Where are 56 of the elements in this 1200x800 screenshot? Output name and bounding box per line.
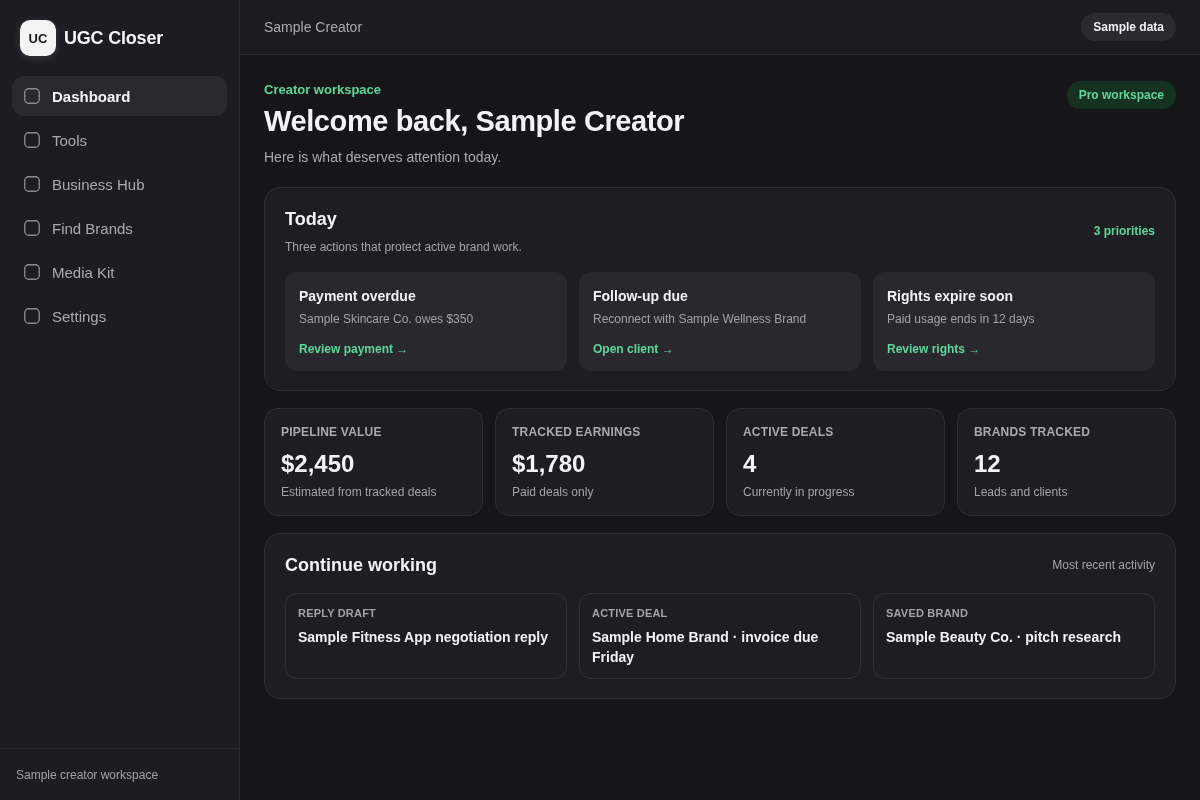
welcome-subtitle: Here is what deserves attention today. [264, 148, 502, 167]
activity-card[interactable]: ACTIVE DEAL Sample Home Brand · invoice due Friday [579, 593, 861, 679]
card-description: Paid usage ends in 12 days [887, 311, 1035, 327]
eyebrow-text: Creator workspace [264, 81, 382, 99]
nav-item[interactable]: Business Hub [12, 164, 227, 204]
rounded-square-icon [24, 220, 40, 236]
activity-type: SAVED BRAND [886, 606, 969, 621]
stat-value: 12 [974, 449, 1001, 479]
plan-badge: Pro workspace [1066, 81, 1176, 109]
nav-item[interactable]: Tools [12, 120, 227, 160]
stat-value: $2,450 [281, 449, 355, 479]
rounded-square-icon [24, 264, 40, 280]
nav-item[interactable]: Dashboard [12, 76, 227, 116]
stat-note: Paid deals only [512, 484, 594, 500]
nav-item[interactable]: Find Brands [12, 208, 227, 248]
stat-label: PIPELINE VALUE [281, 424, 382, 440]
nav-item[interactable]: Settings [12, 296, 227, 336]
workspace-caption: Sample creator workspace [16, 767, 159, 782]
activity-title: Sample Home Brand · invoice due Friday [592, 628, 820, 667]
stat-label: BRANDS TRACKED [974, 424, 1091, 440]
welcome-heading: Welcome back, Sample Creator [264, 104, 685, 139]
rounded-square-icon [24, 88, 40, 104]
section-subtitle: Three actions that protect active brand work. [285, 239, 522, 255]
stat-value: 4 [743, 449, 757, 479]
section-meta: Most recent activity [1052, 558, 1155, 572]
page-title: Sample Creator [264, 19, 363, 35]
activity-type: REPLY DRAFT [298, 606, 376, 621]
section-title: Continue working [285, 554, 437, 577]
activity-title: Sample Fitness App negotiation reply [298, 628, 548, 647]
activity-card[interactable]: REPLY DRAFT Sample Fitness App negotiation reply [285, 593, 567, 679]
card-title: Follow-up due [593, 287, 688, 306]
rounded-square-icon [24, 132, 40, 148]
stat-note: Leads and clients [974, 484, 1068, 500]
stat-note: Estimated from tracked deals [281, 484, 437, 500]
logo-mark: UC [20, 20, 56, 56]
activity-card[interactable]: SAVED BRAND Sample Beauty Co. · pitch research [873, 593, 1155, 679]
action-link[interactable]: Open client → [593, 341, 674, 357]
action-link[interactable]: Review rights → [887, 341, 981, 357]
rounded-square-icon [24, 176, 40, 192]
priority-count: 3 priorities [1093, 224, 1155, 238]
stat-label: ACTIVE DEALS [743, 424, 834, 440]
section-title: Today [285, 208, 337, 231]
rounded-square-icon [24, 308, 40, 324]
stat-label: TRACKED EARNINGS [512, 424, 641, 440]
card-title: Rights expire soon [887, 287, 1014, 306]
stat-value: $1,780 [512, 449, 586, 479]
card-description: Reconnect with Sample Wellness Brand [593, 311, 807, 327]
activity-type: ACTIVE DEAL [592, 606, 668, 621]
stat-note: Currently in progress [743, 484, 855, 500]
card-title: Payment overdue [299, 287, 416, 306]
nav-item[interactable]: Media Kit [12, 252, 227, 292]
sample-data-badge: Sample data [1081, 13, 1176, 41]
app-name: UGC Closer [64, 27, 164, 49]
card-description: Sample Skincare Co. owes $350 [299, 311, 474, 327]
activity-title: Sample Beauty Co. · pitch research [886, 628, 1121, 647]
action-link[interactable]: Review payment → [299, 341, 409, 357]
